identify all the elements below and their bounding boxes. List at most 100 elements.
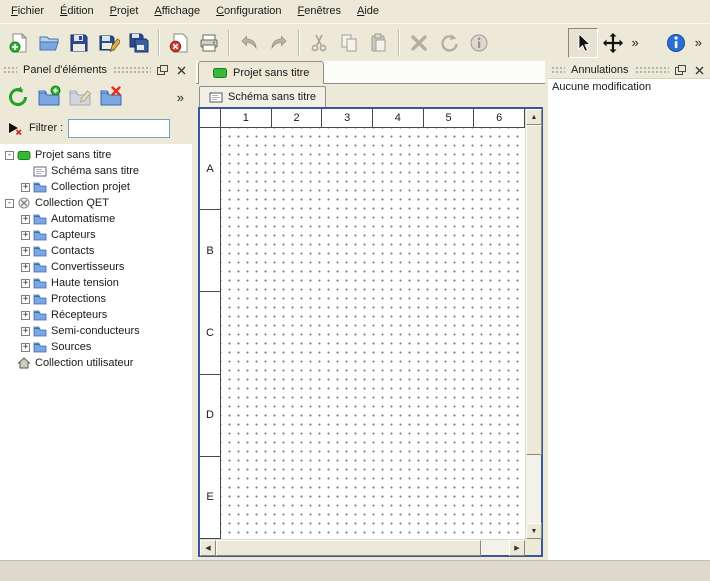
- expander-icon[interactable]: +: [21, 295, 30, 304]
- tree-item-collection-projet[interactable]: + Collection projet: [0, 179, 192, 195]
- tree-item-contacts[interactable]: + Contacts: [0, 243, 192, 259]
- selection-tool-button[interactable]: [568, 28, 598, 58]
- expander-icon[interactable]: +: [21, 311, 30, 320]
- folder-icon: [33, 245, 47, 257]
- toolbar-overflow-button[interactable]: »: [628, 35, 643, 50]
- expander-icon[interactable]: -: [5, 199, 14, 208]
- close-file-button[interactable]: [164, 28, 194, 58]
- tree-item-protections[interactable]: + Protections: [0, 291, 192, 307]
- undo-panel-titlebar[interactable]: Annulations: [548, 61, 710, 78]
- row-ruler: A B C D E: [200, 128, 221, 539]
- elements-panel-titlebar[interactable]: Panel d'éléments: [0, 61, 192, 78]
- folder-icon: [33, 341, 47, 353]
- tree-item-collection-utilisateur[interactable]: Collection utilisateur: [0, 355, 192, 371]
- paste-icon: [368, 32, 390, 54]
- expander-icon[interactable]: +: [21, 263, 30, 272]
- rotate-button[interactable]: [434, 28, 464, 58]
- ruler-corner: [200, 109, 221, 128]
- hscroll-left-button[interactable]: ◀: [200, 540, 216, 556]
- vscroll-thumb[interactable]: [526, 125, 542, 455]
- expander-icon[interactable]: +: [21, 215, 30, 224]
- hscroll-thumb[interactable]: [216, 540, 481, 556]
- tab-schema-sans-titre[interactable]: Schéma sans titre: [199, 86, 326, 107]
- delete-element-button[interactable]: [97, 83, 125, 111]
- pan-tool-button[interactable]: [598, 28, 628, 58]
- open-project-icon: [38, 32, 60, 54]
- menu-aide[interactable]: Aide: [349, 0, 387, 23]
- expander-icon[interactable]: +: [21, 327, 30, 336]
- tree-item-haute-tension[interactable]: + Haute tension: [0, 275, 192, 291]
- copy-button[interactable]: [334, 28, 364, 58]
- undo-icon: [238, 32, 260, 54]
- vscroll-up-button[interactable]: ▲: [526, 109, 542, 125]
- tree-item-collection-qet[interactable]: - Collection QET: [0, 195, 192, 211]
- expander-icon[interactable]: -: [5, 151, 14, 160]
- filter-input[interactable]: [68, 119, 170, 138]
- tree-item-schema-sans-titre[interactable]: Schéma sans titre: [0, 163, 192, 179]
- schema-icon: [33, 166, 47, 177]
- filter-row: Filtrer :: [0, 116, 192, 144]
- open-project-button[interactable]: [34, 28, 64, 58]
- row-header: B: [200, 210, 221, 292]
- qelectrotech-window: Fichier Édition Projet Affichage Configu…: [0, 0, 710, 581]
- float-panel-button[interactable]: [673, 64, 688, 77]
- tree-item-convertisseurs[interactable]: + Convertisseurs: [0, 259, 192, 275]
- reload-collections-button[interactable]: [4, 83, 32, 111]
- clear-filter-button[interactable]: [6, 119, 24, 137]
- new-document-button[interactable]: [4, 28, 34, 58]
- edit-element-button[interactable]: [66, 83, 94, 111]
- paste-button[interactable]: [364, 28, 394, 58]
- tree-item-capteurs[interactable]: + Capteurs: [0, 227, 192, 243]
- expander-icon[interactable]: +: [21, 279, 30, 288]
- close-panel-button[interactable]: [174, 64, 189, 77]
- close-panel-button[interactable]: [692, 64, 707, 77]
- tree-item-semi-conducteurs[interactable]: + Semi-conducteurs: [0, 323, 192, 339]
- tab-projet-sans-titre[interactable]: Projet sans titre: [198, 61, 324, 84]
- toolbar-overflow-button-2[interactable]: »: [691, 35, 706, 50]
- undo-button[interactable]: [234, 28, 264, 58]
- vscroll-down-button[interactable]: ▼: [526, 523, 542, 539]
- tree-item-label: Collection QET: [35, 197, 113, 209]
- horizontal-scrollbar[interactable]: ◀ ▶: [200, 539, 525, 555]
- hscroll-right-button[interactable]: ▶: [509, 540, 525, 556]
- column-header: 4: [373, 109, 424, 128]
- save-all-button[interactable]: [124, 28, 154, 58]
- tree-item-automatisme[interactable]: + Automatisme: [0, 211, 192, 227]
- toolbar-separator: [398, 30, 400, 56]
- vertical-scrollbar[interactable]: ▲ ▼: [525, 109, 541, 539]
- undo-history-item[interactable]: Aucune modification: [548, 79, 710, 95]
- diagram-canvas[interactable]: [221, 128, 525, 539]
- up-arrow-icon: ▲: [531, 114, 538, 121]
- float-panel-button[interactable]: [155, 64, 170, 77]
- menu-fichier[interactable]: Fichier: [3, 0, 52, 23]
- delete-button[interactable]: [404, 28, 434, 58]
- redo-button[interactable]: [264, 28, 294, 58]
- menu-affichage[interactable]: Affichage: [146, 0, 208, 23]
- info-button[interactable]: [464, 28, 494, 58]
- tree-item-recepteurs[interactable]: + Récepteurs: [0, 307, 192, 323]
- tree-item-label: Capteurs: [51, 229, 100, 241]
- menu-configuration[interactable]: Configuration: [208, 0, 289, 23]
- menu-projet[interactable]: Projet: [102, 0, 147, 23]
- column-header: 3: [322, 109, 373, 128]
- menu-fenetres[interactable]: Fenêtres: [290, 0, 349, 23]
- expander-icon[interactable]: +: [21, 343, 30, 352]
- cut-button[interactable]: [304, 28, 334, 58]
- cut-icon: [308, 32, 330, 54]
- tree-item-sources[interactable]: + Sources: [0, 339, 192, 355]
- tree-item-projet-sans-titre[interactable]: - Projet sans titre: [0, 147, 192, 163]
- about-button[interactable]: [661, 28, 691, 58]
- column-header: 5: [424, 109, 475, 128]
- panel-toolbar-overflow-button[interactable]: »: [173, 90, 188, 105]
- save-as-button[interactable]: [94, 28, 124, 58]
- elements-panel: Panel d'éléments »: [0, 61, 192, 560]
- row-header: C: [200, 292, 221, 374]
- expander-icon[interactable]: +: [21, 183, 30, 192]
- print-button[interactable]: [194, 28, 224, 58]
- new-element-button[interactable]: [35, 83, 63, 111]
- save-button[interactable]: [64, 28, 94, 58]
- menu-edition[interactable]: Édition: [52, 0, 102, 23]
- expander-icon[interactable]: +: [21, 247, 30, 256]
- expander-icon[interactable]: +: [21, 231, 30, 240]
- tree-item-label: Projet sans titre: [35, 149, 115, 161]
